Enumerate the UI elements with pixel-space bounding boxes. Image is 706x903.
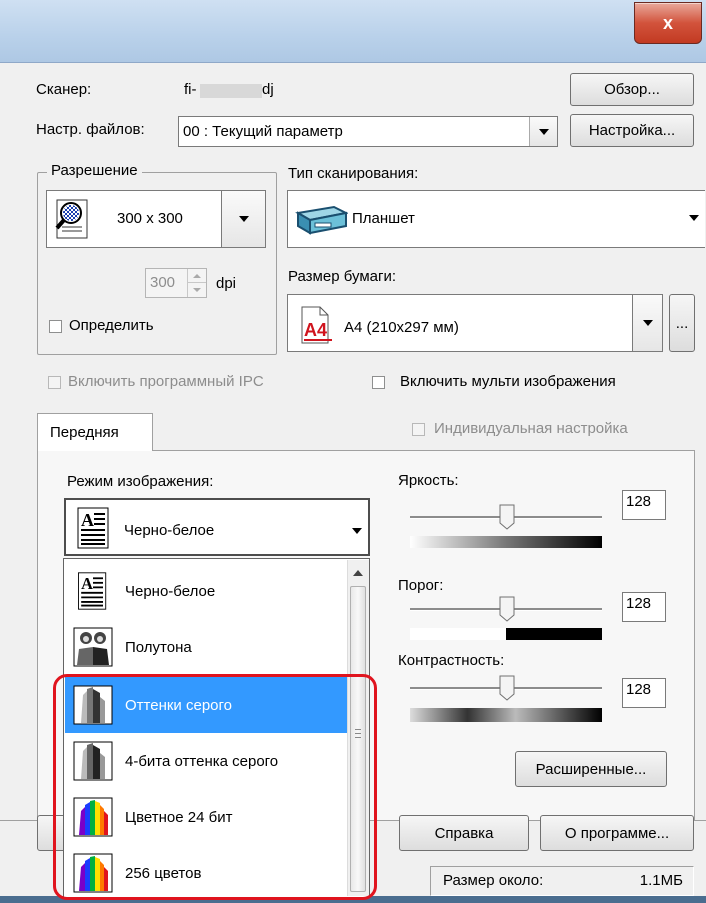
threshold-gradient [410, 628, 602, 640]
bw-document-icon: A [73, 571, 113, 611]
image-mode-combo[interactable]: A Черно-белое [64, 498, 370, 556]
scan-type-combo[interactable]: Планшет [287, 190, 705, 248]
dropdown-scrollbar[interactable] [347, 560, 369, 896]
resolution-value: 300 x 300 [117, 210, 183, 227]
size-value: 1.1МБ [639, 872, 683, 889]
list-item-label: Черно-белое [125, 582, 216, 600]
detect-label: Определить [69, 317, 154, 334]
image-mode-value: Черно-белое [124, 522, 215, 539]
list-item[interactable]: 4-бита оттенка серого [65, 733, 347, 789]
ipc-label: Включить программный IPC [68, 373, 264, 390]
dpi-input: 300 [145, 268, 207, 298]
tab-front[interactable]: Передняя [37, 413, 153, 451]
dpi-spinner [187, 269, 206, 297]
brightness-thumb[interactable] [499, 504, 515, 530]
grayscale-icon [73, 685, 113, 725]
paper-a4-text: A4 [304, 320, 327, 340]
scanner-model-prefix: fi- [184, 81, 197, 98]
redacted-model [200, 84, 262, 98]
multi-image-checkbox[interactable] [372, 376, 385, 389]
threshold-value[interactable]: 128 [622, 592, 666, 622]
brightness-gradient [410, 536, 602, 548]
size-panel: Размер около: 1.1МБ [430, 866, 694, 896]
paper-size-value: A4 (210x297 мм) [344, 319, 459, 336]
chevron-down-icon[interactable] [689, 215, 699, 221]
paper-more-button[interactable]: ... [669, 294, 695, 352]
individual-checkbox [412, 423, 425, 436]
halftone-people-icon [73, 627, 113, 667]
about-button[interactable]: О программе... [540, 815, 694, 851]
detect-checkbox[interactable] [49, 320, 62, 333]
ipc-checkbox [48, 376, 61, 389]
scanner-label: Сканер: [36, 81, 92, 98]
config-combo[interactable]: 00 : Текущий параметр [178, 116, 558, 147]
config-label: Настр. файлов: [36, 121, 145, 138]
paper-size-combo[interactable]: A4 A4 (210x297 мм) [287, 294, 663, 352]
chevron-down-icon[interactable] [632, 295, 662, 351]
paper-a4-icon: A4 [294, 305, 338, 345]
list-item-label: Полутона [125, 638, 192, 656]
color-24bit-icon [73, 797, 113, 837]
resolution-legend: Разрешение [47, 162, 142, 179]
svg-text:A: A [81, 510, 94, 530]
paper-size-label: Размер бумаги: [288, 268, 396, 285]
size-label: Размер около: [443, 872, 544, 889]
individual-label: Индивидуальная настройка [434, 420, 628, 437]
list-item[interactable]: Полутона [65, 619, 347, 675]
dpi-unit: dpi [216, 275, 237, 292]
browse-button[interactable]: Обзор... [570, 73, 694, 106]
chevron-down-icon[interactable] [529, 117, 557, 146]
bw-document-icon: A [74, 506, 114, 550]
grayscale-4bit-icon [73, 741, 113, 781]
list-item[interactable]: A Черно-белое [65, 563, 347, 619]
scan-type-value: Планшет [352, 210, 415, 227]
list-item[interactable]: 256 цветов [65, 845, 347, 901]
config-value: 00 : Текущий параметр [183, 123, 343, 140]
list-item[interactable]: Оттенки серого [65, 677, 347, 733]
contrast-thumb[interactable] [499, 675, 515, 701]
contrast-label: Контрастность: [398, 652, 505, 669]
threshold-label: Порог: [398, 577, 444, 594]
list-item-label: Оттенки серого [125, 696, 232, 714]
scan-type-label: Тип сканирования: [288, 165, 419, 182]
brightness-value[interactable]: 128 [622, 490, 666, 520]
chevron-down-icon[interactable] [352, 528, 362, 534]
list-item[interactable]: Цветное 24 бит [65, 789, 347, 845]
image-mode-label: Режим изображения: [67, 473, 214, 490]
list-item-label: Цветное 24 бит [125, 808, 233, 826]
svg-text:A: A [81, 574, 93, 593]
advanced-button[interactable]: Расширенные... [515, 751, 667, 787]
image-mode-dropdown[interactable]: A Черно-белое Полутона Оттенки серого 4-… [63, 558, 370, 898]
resolution-icon [53, 197, 93, 241]
list-item-label: 4-бита оттенка серого [125, 752, 279, 770]
chevron-down-icon[interactable] [221, 191, 265, 247]
threshold-thumb[interactable] [499, 596, 515, 622]
contrast-gradient [410, 708, 602, 722]
setup-button[interactable]: Настройка... [570, 114, 694, 147]
scroll-thumb[interactable] [350, 586, 366, 892]
multi-image-label: Включить мульти изображения [400, 373, 616, 390]
scroll-up-icon[interactable] [353, 570, 363, 576]
color-256-icon [73, 853, 113, 893]
resolution-combo[interactable]: 300 x 300 [46, 190, 266, 248]
title-bar [0, 0, 706, 63]
close-button[interactable]: x [634, 2, 702, 44]
brightness-label: Яркость: [398, 472, 459, 489]
help-button[interactable]: Справка [399, 815, 529, 851]
list-item-label: 256 цветов [125, 864, 202, 882]
flatbed-icon [294, 199, 350, 239]
scanner-model-suffix: dj [262, 81, 274, 98]
contrast-value[interactable]: 128 [622, 678, 666, 708]
